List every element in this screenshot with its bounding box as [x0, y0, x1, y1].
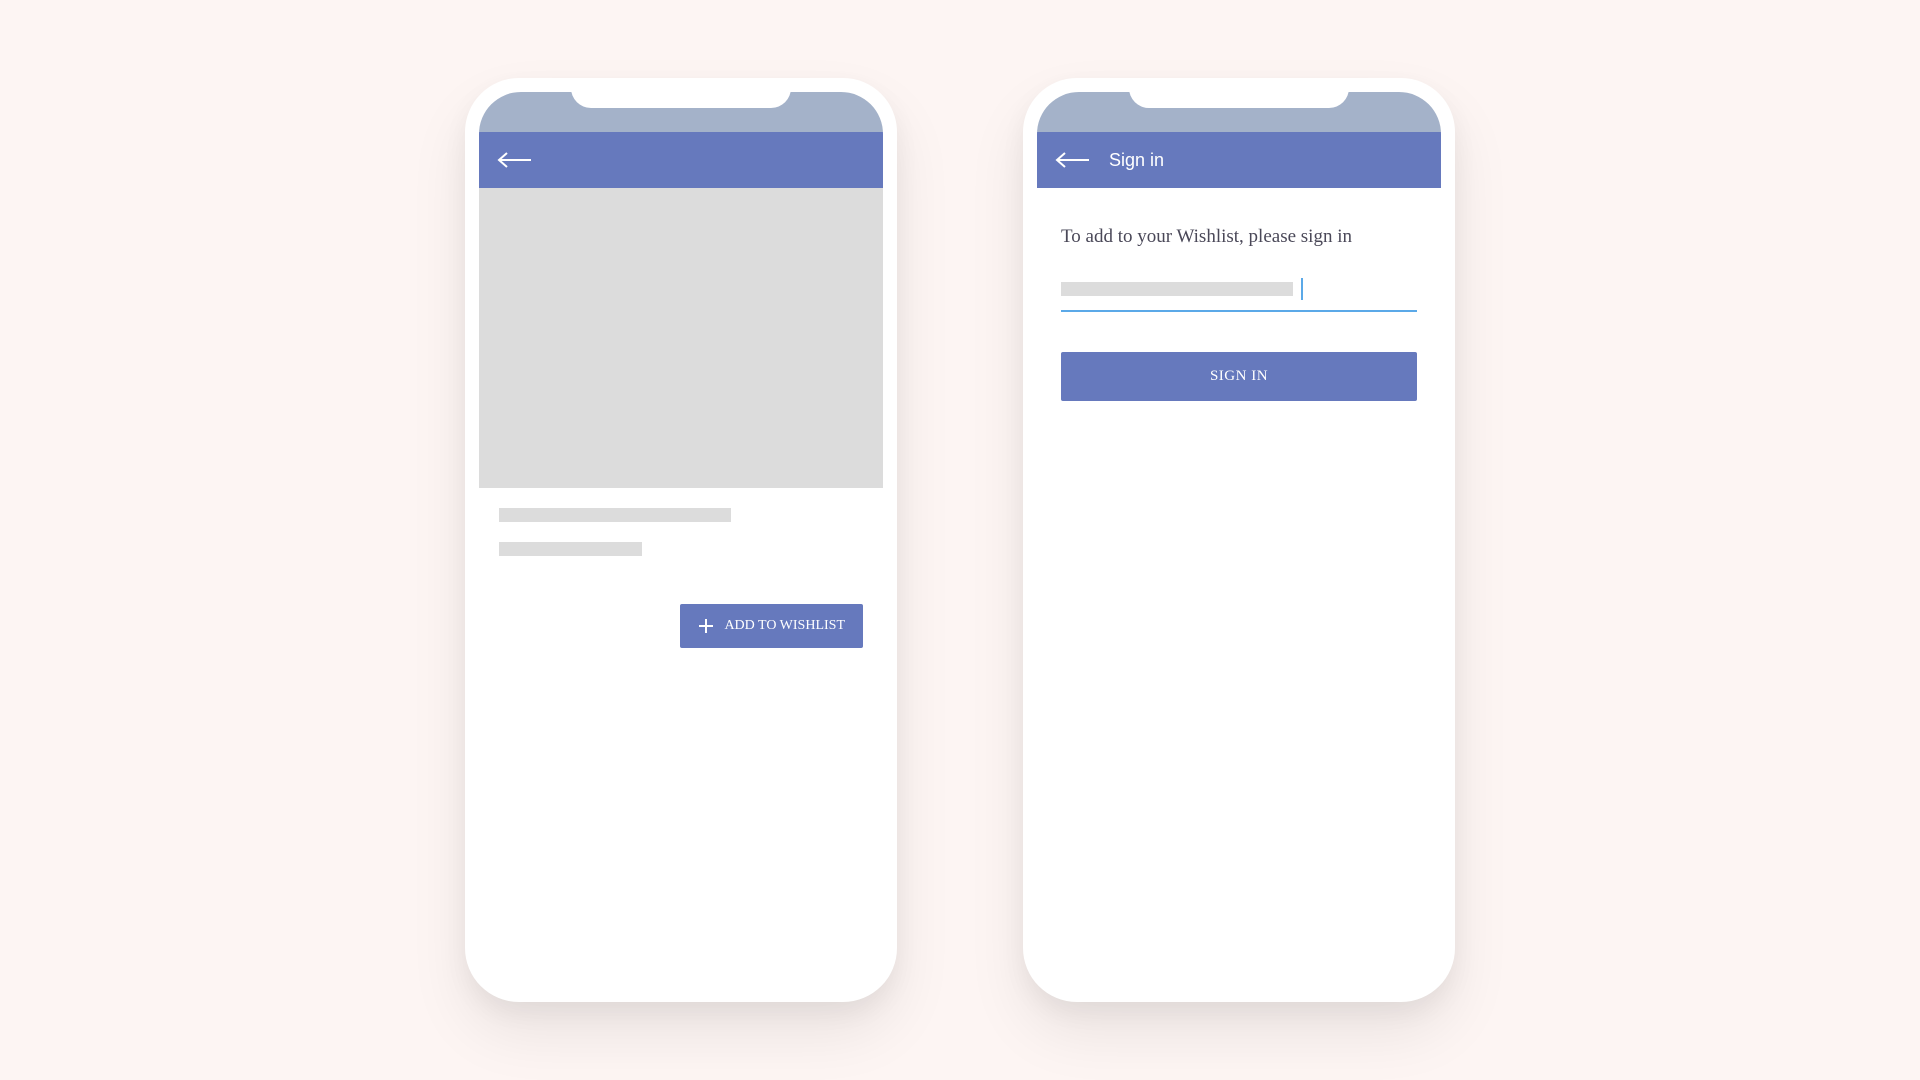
phone-notch: [571, 78, 791, 108]
wishlist-button-container: ADD TO WISHLIST: [479, 576, 883, 648]
plus-icon: [698, 618, 714, 634]
back-arrow-icon[interactable]: [497, 150, 533, 170]
signin-button[interactable]: SIGN IN: [1061, 352, 1417, 401]
signin-message: To add to your Wishlist, please sign in: [1061, 226, 1417, 248]
phone-screen-signin: Sign in To add to your Wishlist, please …: [1037, 92, 1441, 988]
signin-input[interactable]: [1061, 278, 1417, 312]
product-title-placeholder: [499, 508, 731, 522]
text-placeholders: [479, 488, 883, 576]
product-subtitle-placeholder: [499, 542, 642, 556]
product-image-placeholder: [479, 188, 883, 488]
phone-mockup-signin: Sign in To add to your Wishlist, please …: [1023, 78, 1455, 1002]
input-cursor: [1301, 278, 1303, 300]
content-area: ADD TO WISHLIST: [479, 188, 883, 648]
input-placeholder-bar: [1061, 282, 1293, 296]
phone-screen-product: ADD TO WISHLIST: [479, 92, 883, 988]
app-bar: [479, 132, 883, 188]
back-arrow-icon[interactable]: [1055, 150, 1091, 170]
app-bar-title: Sign in: [1109, 150, 1164, 171]
add-to-wishlist-button[interactable]: ADD TO WISHLIST: [680, 604, 863, 648]
add-to-wishlist-label: ADD TO WISHLIST: [724, 618, 845, 634]
app-bar: Sign in: [1037, 132, 1441, 188]
signin-content: To add to your Wishlist, please sign in …: [1037, 188, 1441, 439]
phone-mockup-product: ADD TO WISHLIST: [465, 78, 897, 1002]
phone-notch: [1129, 78, 1349, 108]
